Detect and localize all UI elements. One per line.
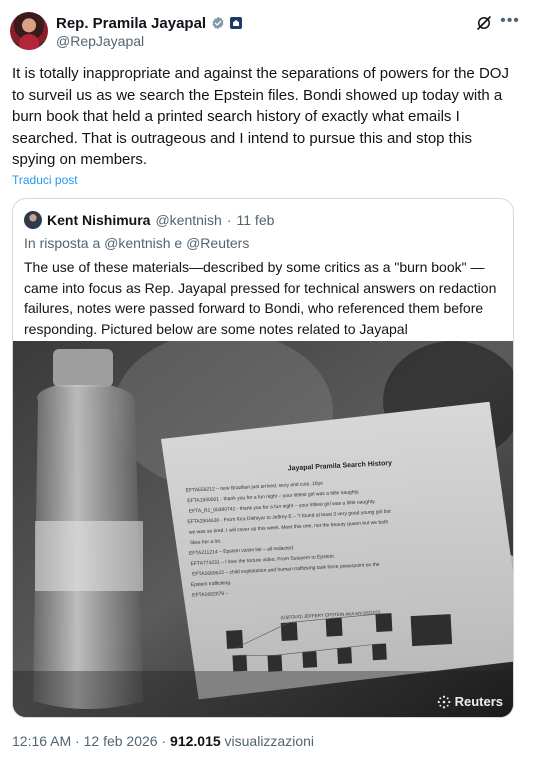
quoted-author-handle: @kentnish bbox=[155, 212, 222, 228]
reply-conjunction: e bbox=[174, 235, 183, 251]
more-options-icon[interactable]: ••• bbox=[499, 12, 521, 32]
quoted-separator: · bbox=[226, 212, 232, 228]
translate-post-link[interactable]: Traduci post bbox=[12, 173, 78, 187]
quoted-date: 11 feb bbox=[236, 212, 275, 228]
author-avatar[interactable] bbox=[10, 12, 48, 50]
post-header: Rep. Pramila Jayapal @RepJayapal ••• bbox=[10, 12, 523, 52]
reply-mention-reuters[interactable]: @Reuters bbox=[186, 235, 249, 251]
reuters-logo-icon bbox=[437, 695, 450, 708]
search-history-paper: Jayapal Pramila Search History EFTA65921… bbox=[161, 401, 513, 700]
quoted-reply-context: In risposta a @kentnish e @Reuters bbox=[24, 235, 249, 251]
water-bottle bbox=[33, 349, 143, 709]
reply-prefix: In risposta a bbox=[24, 235, 101, 251]
quoted-author-avatar bbox=[24, 211, 42, 229]
grok-icon[interactable] bbox=[475, 14, 493, 32]
government-badge-icon bbox=[230, 17, 243, 29]
author-name-row: Rep. Pramila Jayapal bbox=[56, 14, 243, 32]
author-name[interactable]: Rep. Pramila Jayapal bbox=[56, 15, 206, 32]
quoted-post-photo[interactable]: Jayapal Pramila Search History EFTA65921… bbox=[13, 341, 513, 717]
views-label: visualizzazioni bbox=[224, 733, 315, 749]
post-date[interactable]: 12 feb 2026 bbox=[84, 733, 158, 749]
views-count[interactable]: 912.015 bbox=[170, 733, 221, 749]
quoted-author-name: Kent Nishimura bbox=[47, 212, 151, 228]
verified-badge-icon bbox=[212, 16, 224, 30]
meta-separator-2: · bbox=[161, 733, 167, 749]
photo-illustration: Jayapal Pramila Search History EFTA65921… bbox=[13, 341, 513, 717]
quoted-post-header: Kent Nishimura @kentnish · 11 feb bbox=[24, 211, 274, 229]
author-handle[interactable]: @RepJayapal bbox=[56, 33, 144, 49]
reply-mention-kentnish[interactable]: @kentnish bbox=[104, 235, 170, 251]
quoted-post-text: The use of these materials—described by … bbox=[24, 259, 497, 337]
post-text: It is totally inappropriate and against … bbox=[12, 65, 509, 168]
post-time[interactable]: 12:16 AM bbox=[12, 733, 71, 749]
quoted-post-card[interactable]: Kent Nishimura @kentnish · 11 feb In ris… bbox=[12, 198, 514, 718]
meta-separator-1: · bbox=[75, 733, 80, 749]
reuters-credit: Reuters bbox=[437, 694, 503, 709]
reuters-credit-text: Reuters bbox=[454, 694, 503, 709]
post-meta: 12:16 AM · 12 feb 2026 · 912.015 visuali… bbox=[12, 733, 314, 749]
